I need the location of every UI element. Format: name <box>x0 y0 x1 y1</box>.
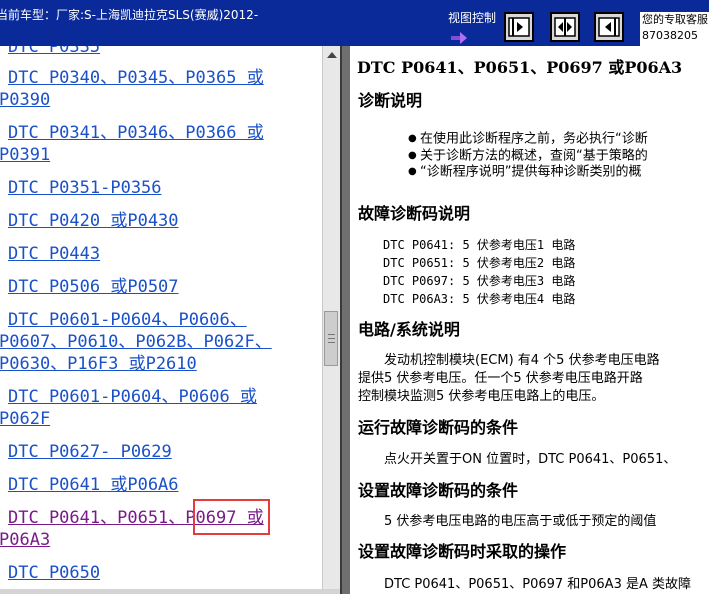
toc-link[interactable]: DTC P0506 或P0507 <box>8 276 308 298</box>
grip-line <box>328 338 335 339</box>
toc-link[interactable]: DTC P0641、P0651、P0697 或 <box>8 507 308 529</box>
bottom-strip <box>0 589 340 594</box>
toc-link[interactable]: DTC P0420 或P0430 <box>8 210 308 232</box>
toc-pane: DTC P0335 DTC P0340、P0345、P0365 或 P0390 DTC… <box>0 46 340 594</box>
service-label: 您的专取客服 <box>642 13 708 26</box>
toc-link[interactable]: DTC P0341、P0346、P0366 或 <box>8 122 308 144</box>
dtc-line: DTC P0651: 5 伏参考电压2 电路 <box>383 256 576 270</box>
circuit-text-line: 发动机控制模块(ECM) 有4 个5 伏参考电压电路 <box>384 353 660 368</box>
set-conditions-text: 5 伏参考电压电路的电压高于或低于预定的阈值 <box>384 514 657 529</box>
document-pane: DTC P0641、P0651、P0697 或P06A3 诊断说明 ● 在使用此诊… <box>350 46 709 594</box>
toc-link[interactable]: P0607、P0610、P062B、P062F、 <box>0 331 299 353</box>
pane-splitter[interactable] <box>340 46 350 594</box>
customer-service-box: 您的专取客服 87038205 <box>640 12 709 46</box>
split-panes-icon <box>554 17 576 37</box>
collapse-right-pane-icon <box>598 17 620 37</box>
toc-link[interactable]: P062F <box>0 408 299 430</box>
toc-link[interactable]: P0391 <box>0 144 299 166</box>
dtc-line: DTC P06A3: 5 伏参考电压4 电路 <box>383 292 576 306</box>
wand-pointer-icon <box>451 29 467 44</box>
circuit-text-line: 提供5 伏参考电压。任一个5 伏参考电压电路开路 <box>358 371 643 386</box>
scroll-up-icon[interactable] <box>327 52 337 58</box>
grip-line <box>328 342 335 343</box>
section-set-conditions: 设置故障诊断码的条件 <box>358 481 519 500</box>
circuit-text-line: 控制模块监测5 伏参考电压电路上的电压。 <box>358 389 605 404</box>
split-panes-button[interactable] <box>550 12 580 42</box>
toc-link[interactable]: DTC P0335 <box>8 46 308 58</box>
toc-link[interactable]: DTC P0601-P0604、P0606 或 <box>8 386 308 408</box>
section-circuit-description: 电路/系统说明 <box>358 320 460 339</box>
collapse-right-pane-button[interactable] <box>594 12 624 42</box>
set-actions-text: DTC P0641、P0651、P0697 和P06A3 是A 类故障 <box>384 577 692 592</box>
grip-line <box>328 334 335 335</box>
toc-scroll-thumb[interactable] <box>324 311 338 366</box>
section-run-conditions: 运行故障诊断码的条件 <box>358 418 519 437</box>
section-dtc-description: 故障诊断码说明 <box>358 204 471 223</box>
toc-link[interactable]: DTC P0627- P0629 <box>8 441 308 463</box>
toc-link[interactable]: P06A3 <box>0 529 299 551</box>
list-item: ● 在使用此诊断程序之前，务必执行“诊断 <box>408 131 648 147</box>
toc-link[interactable]: DTC P0351-P0356 <box>8 177 308 199</box>
toc-link[interactable]: DTC P0443 <box>8 243 308 265</box>
section-set-actions: 设置故障诊断码时采取的操作 <box>358 542 567 561</box>
current-vehicle-label: 当前车型：厂家:S-上海凯迪拉克SLS(赛威)2012- <box>0 8 259 22</box>
list-item: ● 关于诊断方法的概述，查阅“基于策略的 <box>408 148 648 163</box>
section-diagnostic-description: 诊断说明 <box>358 91 423 110</box>
document-title: DTC P0641、P0651、P0697 或P06A3 <box>357 58 683 77</box>
toc-link[interactable]: DTC P0340、P0345、P0365 或 <box>8 67 308 89</box>
toc-scrollbar[interactable] <box>322 46 340 594</box>
title-bar: 当前车型：厂家:S-上海凯迪拉克SLS(赛威)2012- 视图控制 您的专取客服 <box>0 0 709 46</box>
toc-link[interactable]: DTC P0641 或P06A6 <box>8 474 308 496</box>
list-item: ● “诊断程序说明”提供每种诊断类别的概 <box>408 164 642 180</box>
service-number: 87038205 <box>642 29 698 42</box>
dtc-list: DTC P0641: 5 伏参考电压1 电路 DTC P0651: 5 伏参考电… <box>383 236 575 308</box>
dtc-line: DTC P0697: 5 伏参考电压3 电路 <box>383 274 576 288</box>
expand-right-pane-icon <box>508 17 530 37</box>
bullet-list: ● 在使用此诊断程序之前，务必执行“诊断 ● 关于诊断方法的概述，查阅“基于策略的 … <box>408 131 648 181</box>
toc-link[interactable]: P0390 <box>0 89 299 111</box>
view-control-label: 视图控制 <box>448 11 497 25</box>
toc-link[interactable]: P0630、P16F3 或P2610 <box>0 353 299 375</box>
dtc-line: DTC P0641: 5 伏参考电压1 电路 <box>383 238 576 252</box>
expand-right-pane-button[interactable] <box>504 12 534 42</box>
run-conditions-text: 点火开关置于ON 位置时，DTC P0641、P0651、 <box>384 452 677 467</box>
toc-link[interactable]: DTC P0650 <box>8 562 308 584</box>
toc-link[interactable]: DTC P0601-P0604、P0606、 <box>8 309 308 331</box>
